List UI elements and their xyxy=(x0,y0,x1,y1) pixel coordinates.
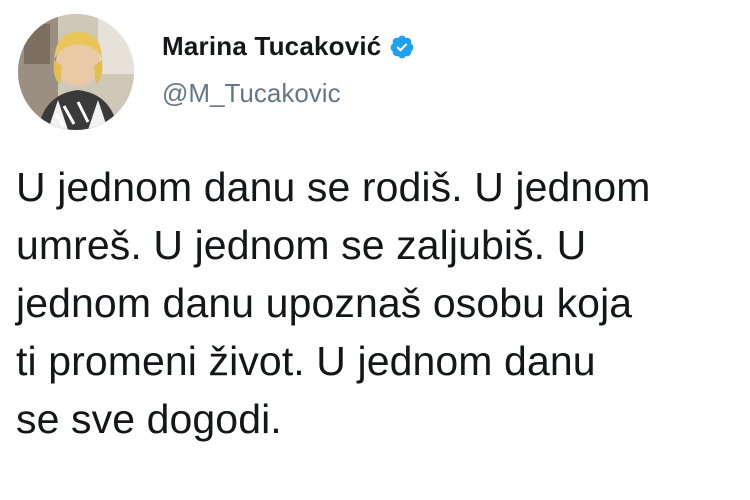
display-name[interactable]: Marina Tucaković xyxy=(162,31,381,62)
author-identity: Marina Tucaković @M_Tucakovic xyxy=(162,31,415,109)
verified-badge-icon xyxy=(389,34,415,60)
avatar[interactable] xyxy=(18,14,134,130)
tweet-header: Marina Tucaković @M_Tucakovic xyxy=(18,12,415,132)
tweet-card: Marina Tucaković @M_Tucakovic U jednom d… xyxy=(0,0,750,500)
author-handle[interactable]: @M_Tucakovic xyxy=(162,78,415,109)
name-row: Marina Tucaković xyxy=(162,31,415,62)
tweet-text: U jednom danu se rodiš. U jednom umreš. … xyxy=(16,164,651,442)
